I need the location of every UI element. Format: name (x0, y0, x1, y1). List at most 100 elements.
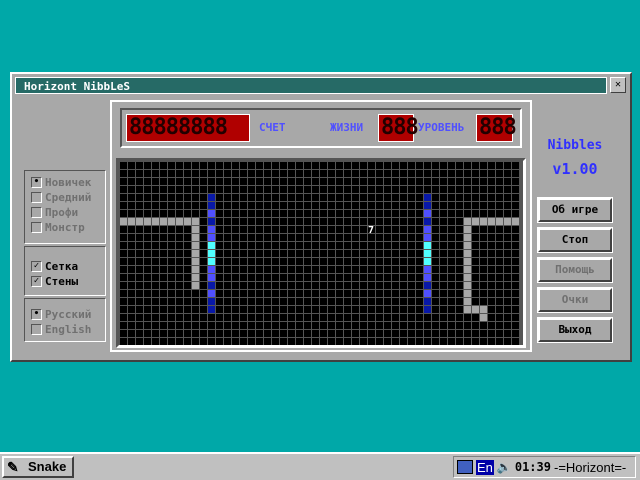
scores-button[interactable]: Очки (537, 287, 613, 313)
close-button[interactable]: ✕ (610, 77, 626, 93)
grid-cell (432, 330, 439, 337)
grid-cell (160, 250, 167, 257)
grid-cell (160, 322, 167, 329)
grid-cell (440, 218, 447, 225)
grid-cell (416, 290, 423, 297)
grid-cell (264, 298, 271, 305)
grid-cell (144, 306, 151, 313)
grid-cell (328, 234, 335, 241)
language-indicator[interactable]: En (476, 459, 494, 475)
radio-icon (31, 323, 42, 335)
grid-cell (280, 290, 287, 297)
grid-cell (456, 162, 463, 169)
grid-cell (440, 186, 447, 193)
grid-cell (480, 194, 487, 201)
grid-cell (200, 314, 207, 321)
language-group: • Русский English (24, 298, 106, 342)
grid-cell (296, 250, 303, 257)
grid-cell (416, 306, 423, 313)
grid-cell (256, 170, 263, 177)
speaker-icon[interactable]: 🔈 (497, 460, 512, 474)
grid-cell (192, 178, 199, 185)
wall-block (152, 218, 159, 225)
grid-cell (120, 194, 127, 201)
grid-cell (408, 226, 415, 233)
grid-cell (512, 258, 519, 265)
grid-cell (240, 194, 247, 201)
grid-cell (488, 322, 495, 329)
radio-medium[interactable]: Средний (31, 190, 91, 204)
task-snake-button[interactable]: ✎ Snake (2, 456, 74, 478)
radio-russian[interactable]: • Русский (31, 307, 91, 321)
grid-cell (296, 226, 303, 233)
grid-cell (376, 274, 383, 281)
grid-cell (312, 338, 319, 345)
grid-cell (384, 186, 391, 193)
grid-cell (176, 194, 183, 201)
grid-cell (360, 314, 367, 321)
grid-cell (288, 170, 295, 177)
radio-english[interactable]: English (31, 322, 91, 336)
grid-cell (168, 242, 175, 249)
grid-cell (328, 266, 335, 273)
clock: 01:39 (514, 460, 551, 474)
grid-cell (264, 170, 271, 177)
grid-cell (384, 298, 391, 305)
grid-cell (352, 274, 359, 281)
grid-cell (504, 170, 511, 177)
grid-cell (296, 202, 303, 209)
grid-cell (120, 202, 127, 209)
exit-button[interactable]: Выход (537, 317, 613, 343)
grid-cell (176, 282, 183, 289)
grid-cell (256, 242, 263, 249)
grid-cell (176, 170, 183, 177)
grid-cell (432, 234, 439, 241)
grid-cell (304, 314, 311, 321)
grid-cell (240, 314, 247, 321)
grid-cell (152, 210, 159, 217)
radio-pro[interactable]: Профи (31, 205, 78, 219)
checkbox-walls[interactable]: ✓ Стены (31, 274, 78, 288)
grid-cell (488, 330, 495, 337)
game-field[interactable]: 7 (116, 158, 526, 348)
grid-cell (288, 186, 295, 193)
grid-cell (336, 274, 343, 281)
help-button[interactable]: Помощь (537, 257, 613, 283)
grid-cell (416, 202, 423, 209)
grid-cell (368, 274, 375, 281)
grid-cell (488, 298, 495, 305)
grid-cell (168, 178, 175, 185)
grid-cell (448, 298, 455, 305)
wall-block (192, 266, 199, 273)
about-button[interactable]: Об игре (537, 197, 613, 223)
grid-cell (144, 298, 151, 305)
stop-button[interactable]: Стоп (537, 227, 613, 253)
grid-cell (312, 258, 319, 265)
grid-cell (240, 210, 247, 217)
grid-cell (400, 250, 407, 257)
grid-cell (304, 306, 311, 313)
grid-cell (248, 202, 255, 209)
grid-cell (320, 258, 327, 265)
grid-cell (320, 210, 327, 217)
grid-cell (344, 314, 351, 321)
checkbox-grid[interactable]: ✓ Сетка (31, 259, 78, 273)
grid-cell (120, 178, 127, 185)
grid-cell (328, 274, 335, 281)
grid-cell (448, 314, 455, 321)
grid-cell (304, 194, 311, 201)
grid-cell (296, 290, 303, 297)
radio-monster[interactable]: Монстр (31, 220, 85, 234)
grid-cell (152, 330, 159, 337)
display-icon[interactable] (457, 460, 473, 474)
grid-cell (368, 282, 375, 289)
grid-cell (504, 210, 511, 217)
grid-cell (144, 162, 151, 169)
radio-novice[interactable]: • Новичек (31, 175, 91, 189)
grid-cell (200, 258, 207, 265)
grid-cell (152, 306, 159, 313)
grid-cell (168, 162, 175, 169)
grid-cell (384, 338, 391, 345)
grid-cell (504, 194, 511, 201)
grid-cell (488, 202, 495, 209)
